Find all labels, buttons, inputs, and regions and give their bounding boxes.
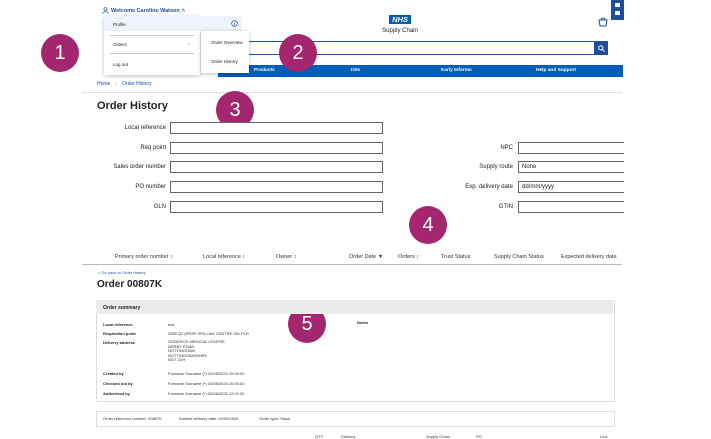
- label-po-number: PO number: [135, 184, 166, 190]
- nhs-logo[interactable]: NHS Supply Chain: [378, 9, 422, 34]
- supply-route-select[interactable]: None: [518, 161, 624, 173]
- sales-order-number-input[interactable]: [170, 161, 383, 173]
- nav-products[interactable]: Products: [254, 68, 275, 73]
- orders-submenu: Order Overview Order History: [201, 31, 249, 73]
- user-icon: [102, 7, 109, 14]
- field-label: Local reference: [103, 322, 133, 327]
- field-label: Authorised by: [103, 391, 130, 396]
- col-primary-order-number[interactable]: Primary order number ↕: [115, 254, 173, 260]
- col-supply-chain: Supply Chain: [426, 434, 450, 439]
- col-qty: QTY: [315, 434, 324, 439]
- col-po: PO: [476, 434, 482, 439]
- welcome-menu[interactable]: Welcome Caroline Watson ˄: [102, 7, 185, 14]
- account-dropdown: Profile Orders › Log out: [104, 16, 200, 75]
- submenu-order-history[interactable]: Order History: [211, 59, 238, 64]
- col-orders[interactable]: Orders ↕: [398, 254, 419, 260]
- field-label: Requisition point: [103, 331, 136, 336]
- field-label: Delivery address: [103, 340, 136, 345]
- label-req-point: Req point: [140, 145, 166, 151]
- order-meta-row: Order reference number: 00807K Earliest …: [96, 411, 615, 427]
- field-value: Forname Surname (*) 20/08/2020 20:00:00: [168, 371, 245, 376]
- order-type: Order type: Stock: [259, 416, 291, 421]
- col-supply-chain-status: Supply Chain Status: [494, 254, 544, 260]
- field-value: Forname Surname (*) 20/08/2020 20:00:00: [168, 381, 245, 386]
- field-label: Checked out by: [103, 381, 133, 386]
- col-trust-status: Trust Status: [441, 254, 471, 260]
- order-summary-header: Order summary: [96, 300, 613, 314]
- search-icon: [597, 44, 605, 52]
- field-value: Forname Surname (*) 20/08/2020 12:01:00: [168, 391, 245, 396]
- label-exp-delivery-date: Exp. delivery date: [465, 184, 513, 190]
- nav-early-informs[interactable]: Early Informs: [441, 68, 472, 73]
- order-title: Order 00807K: [97, 279, 163, 290]
- breadcrumb-separator: ›: [115, 81, 118, 87]
- label-local-reference: Local reference: [124, 125, 166, 131]
- nav-help-support[interactable]: Help and Support: [536, 68, 576, 73]
- page-title: Order History: [97, 100, 168, 112]
- menu-divider: [110, 35, 194, 36]
- annotation-badge-4: 4: [409, 206, 447, 244]
- nhs-logo-mark: NHS: [389, 15, 411, 24]
- po-number-input[interactable]: [170, 181, 383, 193]
- chevron-right-icon: ›: [188, 41, 190, 46]
- order-summary-title: Order summary: [103, 305, 141, 311]
- field-value: OODEROS MEDICAL CENTRE DERBY ROAD NOTTIN…: [168, 339, 225, 363]
- menu-item-logout[interactable]: Log out: [113, 62, 128, 67]
- label-gtin: GTIN: [498, 204, 513, 210]
- annotation-badge-1: 1: [41, 34, 79, 72]
- menu-item-profile[interactable]: Profile: [113, 22, 126, 27]
- menu-divider: [110, 53, 194, 54]
- col-local-reference[interactable]: Local reference ↕: [203, 254, 245, 260]
- req-point-input[interactable]: [170, 142, 383, 154]
- exp-delivery-date-input[interactable]: dd/mm/yyyy: [518, 181, 624, 193]
- annotation-badge-2: 2: [279, 34, 317, 72]
- earliest-delivery-date: Earliest delivery date: 02/09/2020: [179, 416, 239, 421]
- gln-input[interactable]: [170, 201, 383, 213]
- nav-iois[interactable]: IOIs: [351, 68, 360, 73]
- notes-label: Notes: [357, 320, 369, 325]
- menu-top-area: [200, 16, 242, 31]
- logo-subtitle: Supply Chain: [382, 28, 418, 34]
- basket-icon[interactable]: [598, 14, 608, 32]
- field-value: 26EEQ2 (RRSP SPILLAM CENTRE SID PLR: [168, 331, 249, 336]
- order-reference-number: Order reference number: 00807K: [103, 416, 162, 421]
- submenu-order-overview[interactable]: Order Overview: [211, 40, 243, 45]
- welcome-text: Welcome Caroline Watson: [111, 7, 180, 14]
- breadcrumb-current[interactable]: Order History: [122, 81, 152, 87]
- npc-input[interactable]: [518, 142, 624, 154]
- label-supply-route: Supply route: [479, 164, 513, 170]
- search-button[interactable]: [594, 41, 608, 55]
- col-order-date[interactable]: Order Date ▼: [349, 254, 383, 260]
- field-value: test: [168, 322, 175, 327]
- local-reference-input[interactable]: [170, 122, 383, 134]
- side-tab-icon: [615, 3, 620, 15]
- label-gln: GLN: [153, 204, 166, 210]
- info-icon[interactable]: [231, 20, 238, 27]
- menu-item-orders[interactable]: Orders: [113, 42, 127, 47]
- side-panel-tab[interactable]: [611, 0, 624, 20]
- table-header-divider: [82, 264, 622, 265]
- field-label: Created by: [103, 371, 124, 376]
- gtin-input[interactable]: [518, 201, 624, 213]
- col-expected-delivery-date: Expected delivery date: [561, 254, 617, 260]
- breadcrumb: Home › Order History: [97, 81, 152, 87]
- label-npc: NPC: [500, 145, 513, 151]
- label-sales-order-number: Sales order number: [113, 164, 166, 170]
- col-owner[interactable]: Owner ↕: [276, 254, 296, 260]
- divider: [82, 92, 622, 93]
- search-input[interactable]: [218, 41, 595, 55]
- col-delivery: Delivery: [341, 434, 356, 439]
- chevron-up-icon: ˄: [181, 7, 185, 14]
- col-line: Line: [600, 434, 608, 439]
- breadcrumb-home[interactable]: Home: [97, 81, 110, 87]
- main-nav: Products IOIs Early Informs Help and Sup…: [218, 65, 623, 77]
- back-link[interactable]: < Go back to Order History: [98, 270, 146, 275]
